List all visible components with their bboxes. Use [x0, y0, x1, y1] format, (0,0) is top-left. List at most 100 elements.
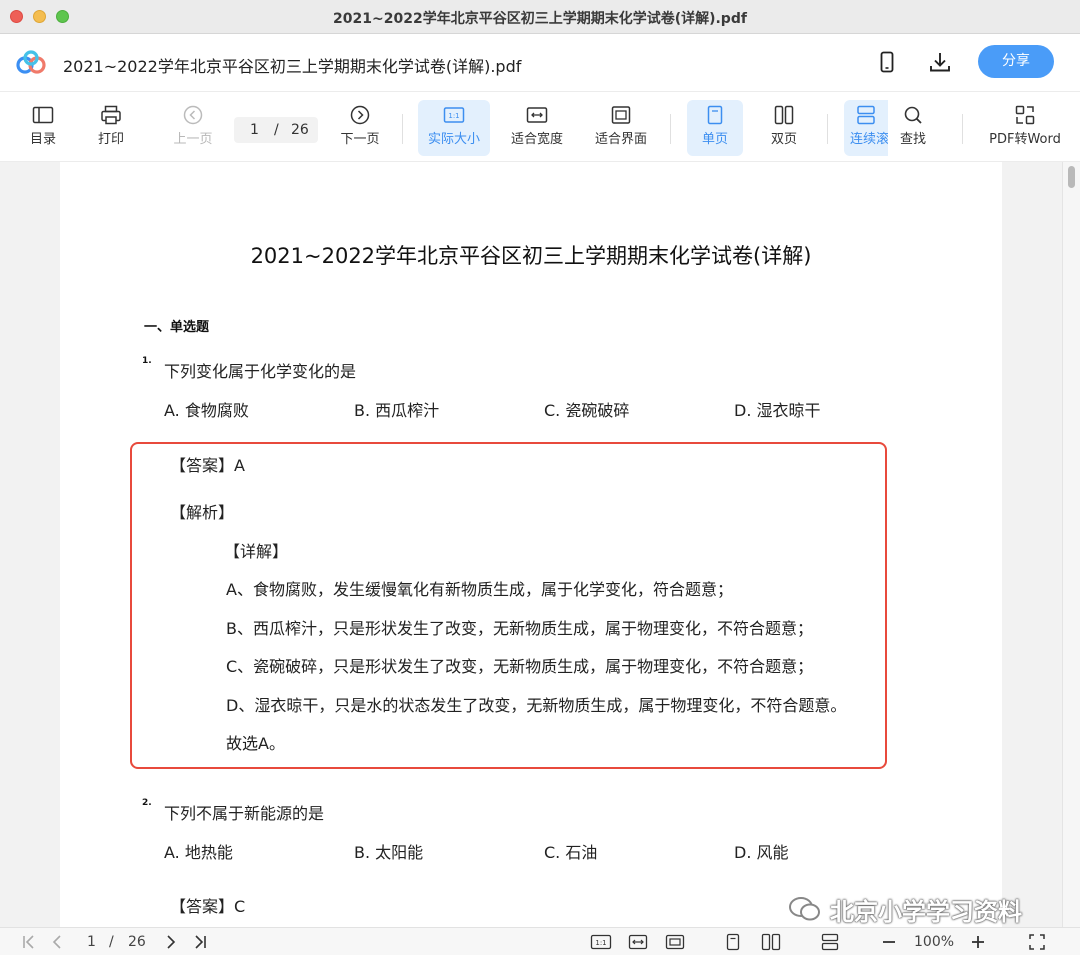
printer-icon — [101, 105, 121, 125]
answer-label: 【答案】A — [170, 456, 245, 475]
option-b: B. 太阳能 — [354, 843, 424, 862]
question-number: 2. — [142, 798, 152, 808]
toolbar-divider — [670, 114, 671, 144]
section-heading: 一、单选题 — [144, 320, 210, 335]
last-page-icon[interactable] — [191, 933, 209, 951]
find-button[interactable]: 查找 — [888, 100, 938, 156]
explanation-line: 故选A。 — [226, 734, 285, 753]
prev-page-icon[interactable] — [48, 933, 66, 951]
next-page-icon[interactable] — [162, 933, 180, 951]
continuous-scroll-button[interactable]: 连续滚 — [844, 100, 888, 156]
option-d: D. 湿衣晾干 — [734, 401, 821, 420]
fullscreen-icon[interactable] — [1028, 933, 1046, 951]
prev-page-label: 上一页 — [173, 132, 213, 147]
option-d: D. 风能 — [734, 843, 789, 862]
share-button[interactable]: 分享 — [978, 45, 1054, 78]
analysis-label: 【解析】 — [170, 503, 235, 522]
option-c: C. 石油 — [544, 843, 598, 862]
prev-page-button[interactable]: 上一页 — [166, 100, 220, 156]
next-page-label: 下一页 — [340, 132, 380, 147]
double-page-button[interactable]: 双页 — [757, 100, 811, 156]
fit-width-icon[interactable] — [627, 933, 649, 951]
explanation-line: B、西瓜榨汁，只是形状发生了改变，无新物质生成，属于物理变化，不符合题意； — [226, 619, 813, 638]
status-page-separator: / — [109, 934, 114, 950]
svg-text:1:1: 1:1 — [448, 112, 459, 120]
explanation-line: C、瓷碗破碎，只是形状发生了改变，无新物质生成，属于物理变化，不符合题意； — [226, 657, 814, 676]
pdf-to-word-button[interactable]: PDF转Word — [982, 100, 1068, 156]
app-logo-icon — [16, 50, 46, 74]
option-a: A. 食物腐败 — [164, 401, 249, 420]
actual-size-icon: 1:1 — [443, 107, 465, 123]
zoom-level: 100% — [914, 934, 955, 950]
print-button[interactable]: 打印 — [86, 100, 136, 156]
actual-size-button[interactable]: 1:1 实际大小 — [418, 100, 490, 156]
search-icon — [904, 106, 922, 124]
chevron-left-circle-icon — [183, 105, 203, 125]
vertical-scrollbar[interactable] — [1062, 162, 1080, 927]
toolbar-divider — [402, 114, 403, 144]
svg-text:1:1: 1:1 — [595, 939, 606, 947]
toc-icon — [32, 106, 54, 124]
question-text: 下列变化属于化学变化的是 — [164, 362, 357, 381]
find-label: 查找 — [899, 132, 926, 147]
zoom-out-icon[interactable] — [880, 933, 898, 951]
watermark-text: 北京小学学习资料 — [830, 898, 1022, 926]
single-page-icon — [707, 105, 723, 125]
next-page-button[interactable]: 下一页 — [334, 100, 386, 156]
toc-label: 目录 — [29, 132, 56, 147]
first-page-icon[interactable] — [20, 933, 38, 951]
highlight-box — [130, 442, 887, 769]
option-c: C. 瓷碗破碎 — [544, 401, 630, 420]
double-page-label: 双页 — [770, 132, 797, 147]
pdf-to-word-label: PDF转Word — [989, 132, 1061, 147]
status-bar: 1 / 26 1:1 100% — [0, 927, 1080, 955]
question-text: 下列不属于新能源的是 — [164, 804, 325, 823]
option-a: A. 地热能 — [164, 843, 233, 862]
continuous-scroll-label: 连续滚 — [850, 132, 888, 147]
pdf-title: 2021~2022学年北京平谷区初三上学期期末化学试卷(详解) — [250, 244, 812, 268]
window-title: 2021~2022学年北京平谷区初三上学期期末化学试卷(详解).pdf — [333, 11, 747, 27]
page-separator: / — [274, 122, 279, 138]
single-page-icon[interactable] — [724, 933, 742, 951]
single-page-label: 单页 — [701, 132, 728, 147]
answer-label: 【答案】C — [170, 897, 246, 916]
toolbar-divider — [827, 114, 828, 144]
question-number: 1. — [142, 356, 152, 366]
fit-width-label: 适合宽度 — [510, 132, 563, 147]
page-number-input[interactable]: 1 / 26 — [234, 117, 318, 143]
window-titlebar: 2021~2022学年北京平谷区初三上学期期末化学试卷(详解).pdf — [0, 0, 1080, 34]
viewer-toolbar: 目录 打印 上一页 1 / 26 下一页 1:1 实际大小 适合宽度 适合界面 … — [0, 92, 1080, 162]
document-viewer[interactable]: 2021~2022学年北京平谷区初三上学期期末化学试卷(详解) 一、单选题 1.… — [0, 162, 1080, 927]
fit-screen-icon[interactable] — [664, 933, 686, 951]
status-total-pages: 26 — [128, 934, 146, 950]
total-pages: 26 — [291, 122, 309, 138]
fit-width-icon — [526, 107, 548, 123]
single-page-button[interactable]: 单页 — [687, 100, 743, 156]
document-title: 2021~2022学年北京平谷区初三上学期期末化学试卷(详解).pdf — [63, 57, 522, 76]
detail-label: 【详解】 — [224, 542, 289, 561]
double-page-icon — [774, 105, 794, 125]
phone-icon[interactable] — [874, 49, 900, 75]
app-header: 2021~2022学年北京平谷区初三上学期期末化学试卷(详解).pdf 分享 — [0, 34, 1080, 92]
actual-size-icon[interactable]: 1:1 — [590, 933, 612, 951]
fit-screen-button[interactable]: 适合界面 — [588, 100, 654, 156]
toolbar-divider — [962, 114, 963, 144]
pdf-page: 2021~2022学年北京平谷区初三上学期期末化学试卷(详解) 一、单选题 1.… — [60, 162, 1002, 927]
double-page-icon[interactable] — [761, 933, 781, 951]
zoom-in-icon[interactable] — [969, 933, 987, 951]
download-icon[interactable] — [927, 49, 953, 75]
chevron-right-circle-icon — [350, 105, 370, 125]
explanation-line: D、湿衣晾干，只是水的状态发生了改变，无新物质生成，属于物理变化，不符合题意。 — [226, 696, 847, 715]
toc-button[interactable]: 目录 — [18, 100, 68, 156]
print-label: 打印 — [97, 132, 124, 147]
convert-icon — [1015, 105, 1035, 125]
status-current-page[interactable]: 1 — [87, 934, 96, 950]
fit-screen-icon — [611, 106, 631, 124]
fit-width-button[interactable]: 适合宽度 — [504, 100, 570, 156]
continuous-scroll-icon[interactable] — [820, 933, 840, 951]
option-b: B. 西瓜榨汁 — [354, 401, 440, 420]
scroll-thumb[interactable] — [1068, 166, 1075, 188]
wechat-icon — [789, 897, 820, 921]
current-page: 1 — [250, 122, 259, 138]
actual-size-label: 实际大小 — [427, 132, 480, 147]
